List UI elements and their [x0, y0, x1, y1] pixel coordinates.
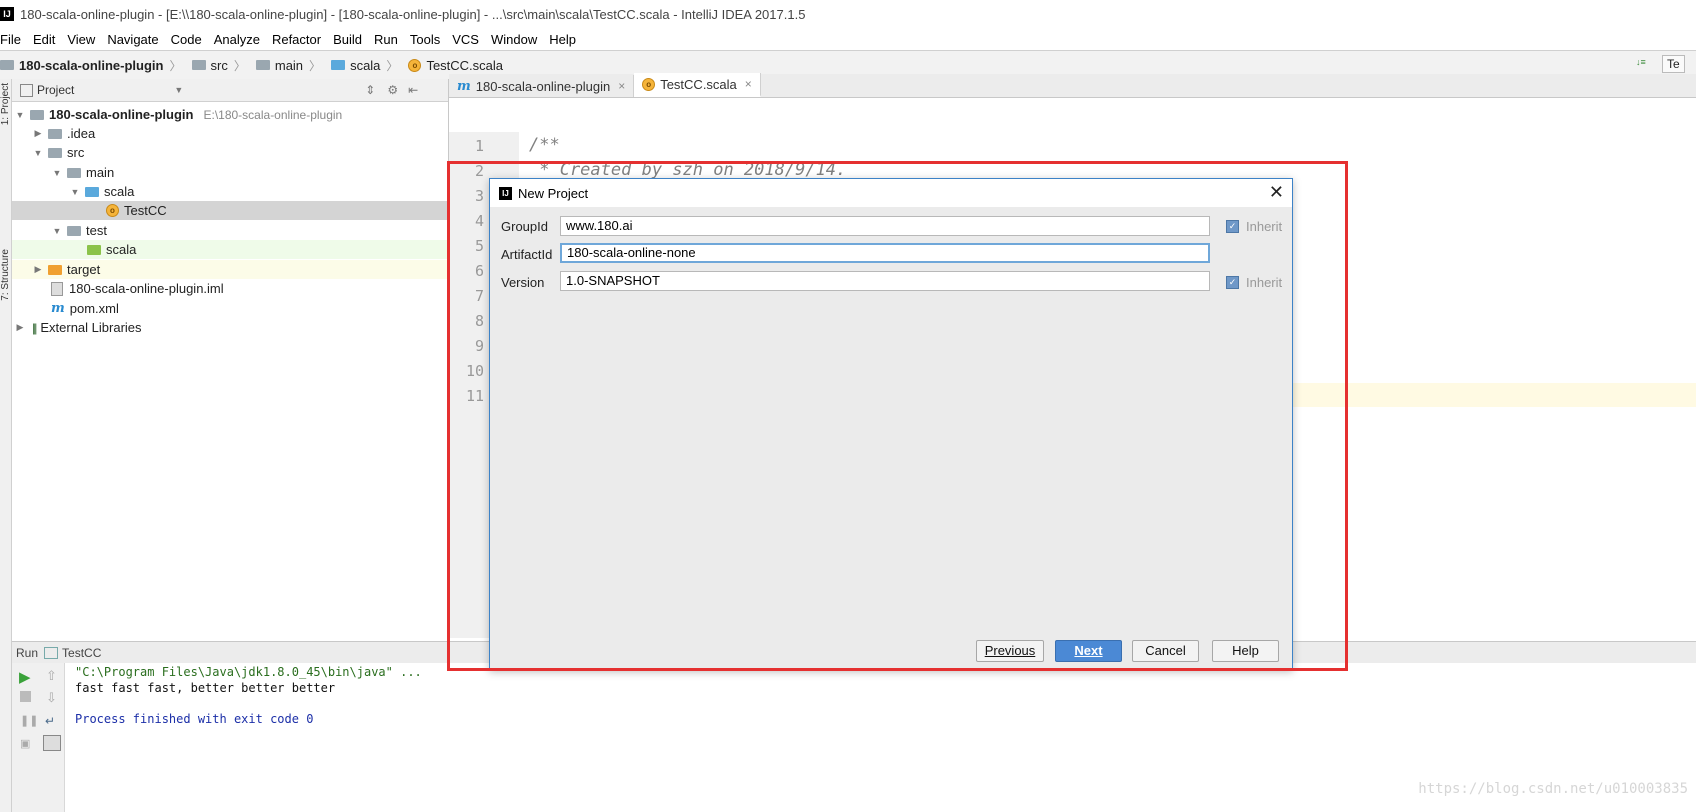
tree-item-idea[interactable]: ▶ .idea: [12, 124, 468, 143]
soft-wrap-icon[interactable]: ↵: [45, 714, 55, 728]
run-panel-label: Run: [16, 645, 39, 660]
console-line: fast fast fast, better better better: [75, 681, 336, 695]
module-folder-icon: [0, 60, 14, 70]
menu-vcs[interactable]: VCS: [446, 32, 485, 47]
expand-arrow-icon: ▼: [52, 167, 62, 178]
menu-edit[interactable]: Edit: [27, 32, 61, 47]
project-panel-title: Project: [37, 83, 75, 97]
menu-run[interactable]: Run: [368, 32, 404, 47]
breadcrumb-main[interactable]: main 〉: [255, 57, 327, 74]
maven-icon: m: [457, 78, 471, 94]
collapse-arrow-icon: ▶: [34, 128, 42, 138]
menu-refactor[interactable]: Refactor: [266, 32, 327, 47]
breadcrumb-scala[interactable]: scala 〉: [331, 57, 404, 74]
menu-file[interactable]: File: [0, 32, 27, 47]
menu-help[interactable]: Help: [543, 32, 582, 47]
code-line: /**: [529, 135, 560, 155]
folder-icon: [67, 225, 81, 236]
pause-icon[interactable]: ❚❚: [20, 714, 38, 727]
watermark: https://blog.csdn.net/u010003835: [1418, 781, 1688, 797]
tree-item-src[interactable]: ▼ src: [12, 143, 468, 162]
run-config-selector[interactable]: Te: [1662, 55, 1685, 73]
collapse-arrow-icon: ▶: [16, 322, 24, 332]
breadcrumb-project[interactable]: 180-scala-online-plugin 〉: [0, 57, 188, 74]
view-dropdown-icon[interactable]: ▼: [174, 85, 183, 95]
scala-object-icon: o: [408, 58, 422, 72]
console-line: "C:\Program Files\Java\jdk1.8.0_45\bin\j…: [75, 665, 422, 679]
tree-item-target[interactable]: ▶ target: [12, 260, 468, 279]
tree-root[interactable]: ▼ 180-scala-online-plugin E:\180-scala-o…: [12, 105, 450, 124]
tab-testcc[interactable]: o TestCC.scala ×: [634, 73, 761, 97]
menu-analyze[interactable]: Analyze: [208, 32, 266, 47]
hide-panel-icon[interactable]: ⇤: [408, 83, 418, 97]
breadcrumb-file[interactable]: o TestCC.scala: [408, 58, 503, 73]
collapse-arrow-icon: ▶: [34, 264, 42, 274]
source-folder-icon: [331, 60, 346, 70]
tree-item-iml[interactable]: 180-scala-online-plugin.iml: [12, 279, 487, 298]
down-arrow-icon[interactable]: ⇩: [46, 690, 57, 706]
close-icon[interactable]: ×: [745, 77, 752, 91]
menu-bar: File Edit View Navigate Code Analyze Ref…: [0, 28, 1696, 50]
up-arrow-icon[interactable]: ⇧: [46, 668, 57, 684]
menu-code[interactable]: Code: [165, 32, 208, 47]
folder-icon: [48, 147, 62, 158]
expand-arrow-icon: ▼: [70, 186, 80, 197]
console-line: Process finished with exit code 0: [75, 712, 314, 726]
expand-arrow-icon: ▼: [15, 109, 25, 120]
folder-icon: [67, 167, 81, 178]
dump-threads-icon[interactable]: ▣: [20, 737, 30, 750]
expand-arrow-icon: ▼: [33, 147, 43, 158]
highlight-annotation-box: [447, 161, 1348, 671]
menu-navigate[interactable]: Navigate: [101, 32, 164, 47]
title-bar: IJ 180-scala-online-plugin - [E:\\180-sc…: [0, 0, 1696, 28]
collapse-all-icon[interactable]: ⇕: [365, 83, 375, 97]
libraries-icon: |||: [32, 320, 38, 335]
project-tool-tab[interactable]: 1: Project: [0, 83, 11, 125]
intellij-logo-icon: IJ: [0, 7, 14, 21]
folder-icon: [255, 60, 270, 70]
stop-icon[interactable]: [20, 691, 31, 702]
tree-item-pom[interactable]: m pom.xml: [12, 299, 487, 318]
project-panel-header: Project ▼ ⇕ ⚙ ⇤: [12, 79, 448, 102]
folder-icon: [48, 128, 62, 139]
left-tool-stripe: 1: Project 7: Structure: [0, 79, 12, 812]
menu-build[interactable]: Build: [327, 32, 368, 47]
breadcrumb-src[interactable]: src 〉: [191, 57, 252, 74]
run-config-icon: [44, 646, 59, 659]
scala-object-icon: o: [106, 204, 119, 217]
line-number: 1: [474, 137, 484, 155]
rerun-icon[interactable]: ▶: [19, 668, 31, 686]
tree-item-test[interactable]: ▼ test: [12, 221, 487, 240]
maven-icon: m: [51, 301, 65, 316]
menu-view[interactable]: View: [61, 32, 101, 47]
scroll-to-end-icon[interactable]: [43, 735, 61, 751]
scala-object-icon: o: [642, 77, 656, 91]
run-toolbar: ▶ ⇧ ⇩ ❚❚ ↵ ▣: [12, 663, 65, 812]
tree-item-external-libraries[interactable]: ▶ ||| External Libraries: [12, 318, 450, 337]
tree-item-main[interactable]: ▼ main: [12, 163, 487, 182]
iml-file-icon: [51, 281, 63, 296]
project-view-icon: [20, 83, 33, 97]
menu-tools[interactable]: Tools: [404, 32, 446, 47]
module-folder-icon: [30, 109, 44, 120]
gear-icon[interactable]: ⚙: [387, 83, 398, 97]
folder-icon: [191, 60, 206, 70]
project-panel: Project ▼ ⇕ ⚙ ⇤ ▼ 180-scala-online-plugi…: [12, 79, 542, 639]
excluded-folder-icon: [48, 264, 62, 275]
structure-tool-tab[interactable]: 7: Structure: [0, 249, 11, 301]
expand-arrow-icon: ▼: [52, 225, 62, 236]
run-config-name[interactable]: TestCC: [62, 646, 101, 660]
sort-icon[interactable]: ↓≡: [1636, 57, 1646, 67]
tree-item-scala-main[interactable]: ▼ scala: [12, 182, 505, 201]
tab-pom[interactable]: m 180-scala-online-plugin ×: [449, 75, 635, 97]
source-folder-icon: [85, 186, 99, 197]
window-title: 180-scala-online-plugin - [E:\\180-scala…: [20, 6, 806, 22]
test-folder-icon: [87, 244, 101, 255]
editor-tab-bar: m 180-scala-online-plugin × o TestCC.sca…: [449, 73, 1696, 98]
menu-window[interactable]: Window: [485, 32, 543, 47]
close-icon[interactable]: ×: [618, 79, 625, 93]
